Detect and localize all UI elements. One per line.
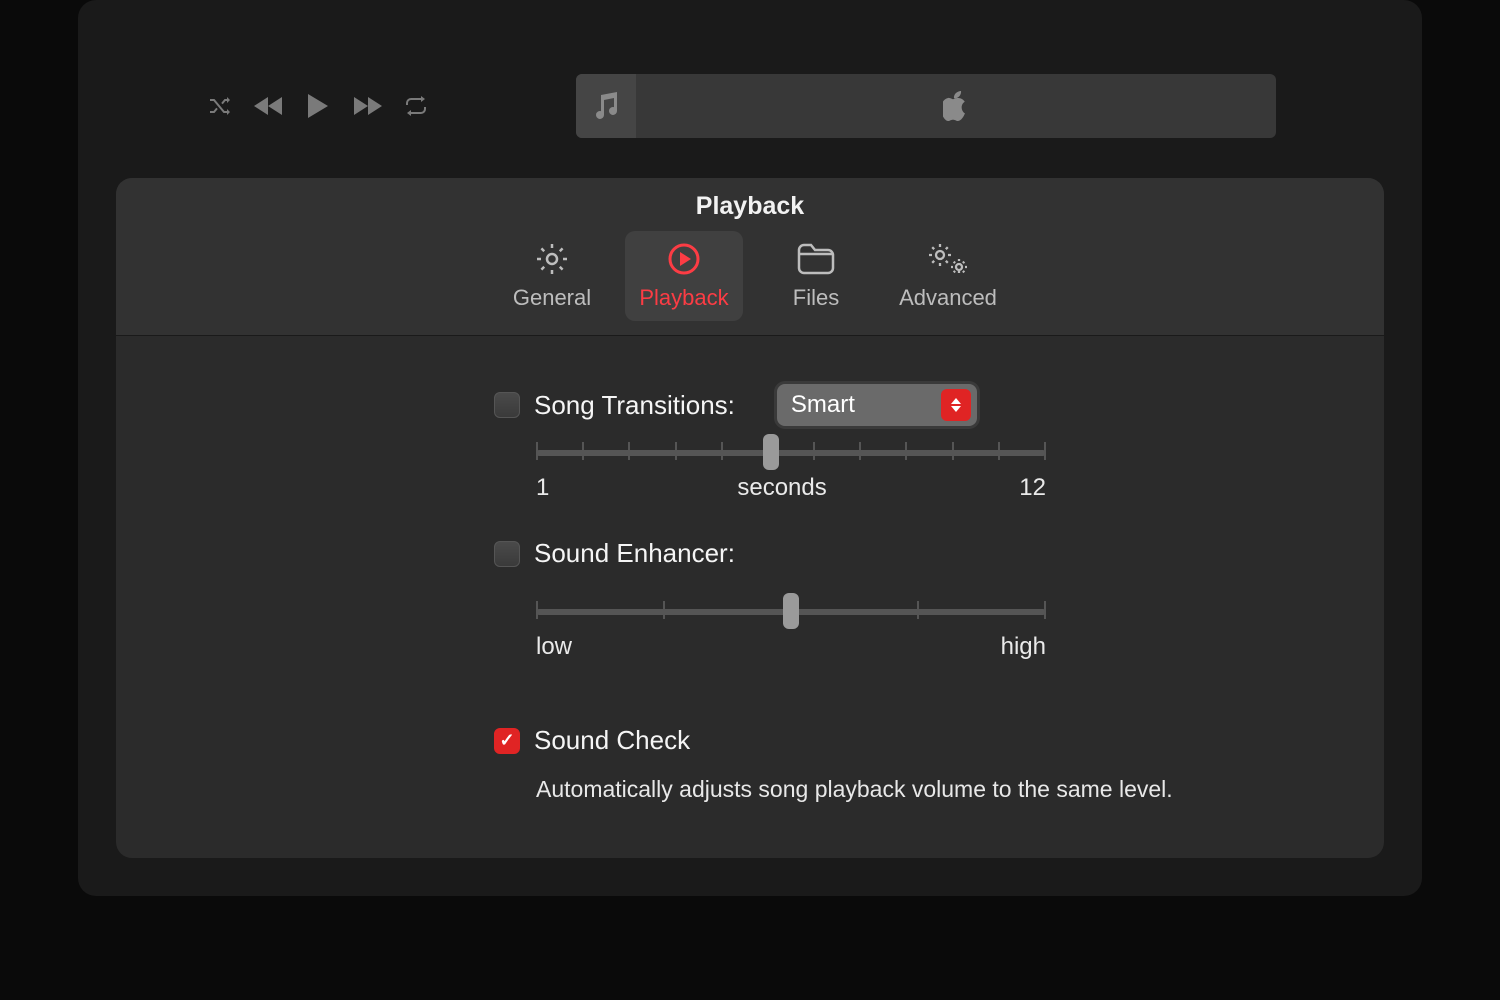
song-transitions-checkbox[interactable] <box>494 392 520 418</box>
repeat-icon[interactable] <box>404 96 428 116</box>
tab-general[interactable]: General <box>493 231 611 321</box>
slider-mid-label: seconds <box>737 474 826 502</box>
tab-advanced[interactable]: Advanced <box>889 231 1007 321</box>
sound-check-checkbox[interactable] <box>494 728 520 754</box>
play-icon[interactable] <box>306 93 330 119</box>
apple-logo-icon <box>636 91 1276 121</box>
gears-icon <box>893 239 1003 279</box>
panel-title: Playback <box>116 192 1384 231</box>
tab-label: General <box>497 285 607 311</box>
slider-thumb[interactable] <box>783 593 799 629</box>
next-icon[interactable] <box>352 95 382 117</box>
preferences-panel: Playback General Playback <box>116 178 1384 858</box>
now-playing-bar[interactable] <box>576 74 1276 138</box>
sound-check-description: Automatically adjusts song playback volu… <box>536 776 1276 803</box>
slider-min-label: 1 <box>536 474 549 502</box>
dropdown-value: Smart <box>791 391 941 419</box>
folder-icon <box>761 239 871 279</box>
music-note-icon <box>576 74 636 138</box>
transitions-seconds-slider[interactable] <box>536 438 1046 466</box>
song-transitions-label: Song Transitions: <box>534 390 735 421</box>
previous-icon[interactable] <box>254 95 284 117</box>
sound-enhancer-slider[interactable] <box>536 597 1046 625</box>
sound-enhancer-label: Sound Enhancer: <box>534 538 735 569</box>
chevron-up-down-icon <box>941 389 971 421</box>
gear-icon <box>497 239 607 279</box>
slider-low-label: low <box>536 633 572 661</box>
tab-label: Files <box>761 285 871 311</box>
transitions-mode-dropdown[interactable]: Smart <box>777 384 977 426</box>
sound-check-label: Sound Check <box>534 725 690 756</box>
sound-enhancer-checkbox[interactable] <box>494 541 520 567</box>
slider-max-label: 12 <box>1019 474 1046 502</box>
slider-high-label: high <box>1001 633 1046 661</box>
tab-label: Playback <box>629 285 739 311</box>
tab-label: Advanced <box>893 285 1003 311</box>
play-circle-icon <box>629 239 739 279</box>
tab-files[interactable]: Files <box>757 231 875 321</box>
shuffle-icon[interactable] <box>208 95 232 117</box>
tab-playback[interactable]: Playback <box>625 231 743 321</box>
slider-thumb[interactable] <box>763 434 779 470</box>
